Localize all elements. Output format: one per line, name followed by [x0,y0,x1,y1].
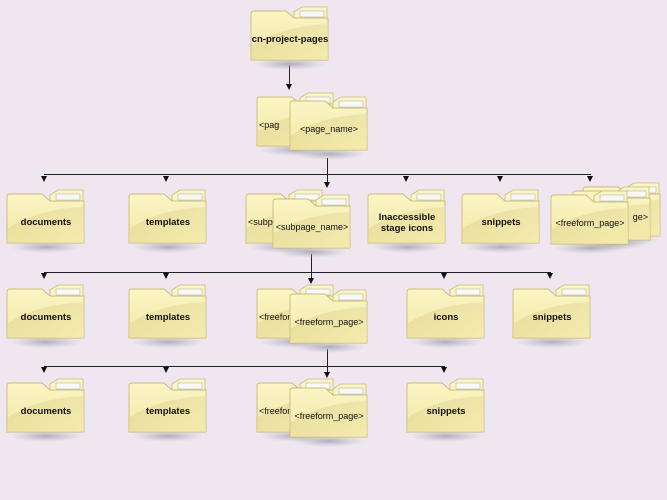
arrowhead [547,273,553,279]
folder-label: <freeform_page> [294,411,364,421]
folder-templates[interactable]: templates [128,376,208,442]
arrowhead [41,176,47,182]
folder-templates[interactable]: templates [128,187,208,253]
folder-label: <freeform_page> [555,218,625,228]
folder-label: <page_name> [299,124,359,134]
folder-cn-project-pages[interactable]: cn-project-pages [250,4,330,70]
connector-page-drop [327,158,328,184]
folder-documents[interactable]: documents [6,376,86,442]
folder-label: cn-project-pages [251,34,329,45]
folder-label: snippets [426,406,466,417]
folder-documents[interactable]: documents [6,187,86,253]
connector-row1-bus [44,174,591,175]
arrowhead [497,176,503,182]
folder-diagram: cn-project-pages <pag <page_name> docume… [0,0,667,500]
arrowhead [41,273,47,279]
folder-label: snippets [532,312,572,323]
folder-subpage-name[interactable]: <subpage_name> [272,192,352,258]
arrowhead [163,273,169,279]
connector-row2-bus [44,272,551,273]
folder-label-line2: stage icons [380,223,434,234]
folder-label: templates [145,217,191,228]
folder-freeform-page[interactable]: <freeform_page> [289,287,369,353]
folder-label: snippets [481,217,521,228]
folder-label: templates [145,406,191,417]
folder-label: documents [20,312,72,323]
folder-label: documents [20,406,72,417]
folder-page-name[interactable]: <page_name> [289,94,369,160]
folder-label: documents [20,217,72,228]
folder-label: icons [433,312,459,323]
folder-documents[interactable]: documents [6,282,86,348]
folder-label: templates [145,312,191,323]
folder-snippets[interactable]: snippets [512,282,592,348]
folder-snippets[interactable]: snippets [406,376,486,442]
arrowhead [403,176,409,182]
folder-inaccessible-stage-icons[interactable]: Inaccessible stage icons [367,187,447,253]
connector-row3-bus [44,366,445,367]
arrowhead [41,367,47,373]
folder-icons[interactable]: icons [406,282,486,348]
arrowhead [163,367,169,373]
folder-label: Inaccessible stage icons [367,212,447,234]
folder-freeform-page[interactable]: <freeform_page> [289,381,369,447]
folder-snippets[interactable]: snippets [461,187,541,253]
arrowhead [163,176,169,182]
folder-label-line1: Inaccessible [378,212,436,223]
arrowhead [441,273,447,279]
folder-label: <freeform_page> [294,317,364,327]
folder-templates[interactable]: templates [128,282,208,348]
folder-label: <subpage_name> [275,222,349,232]
folder-freeform-page[interactable]: <freeform_page> [550,188,630,254]
arrowhead [441,367,447,373]
